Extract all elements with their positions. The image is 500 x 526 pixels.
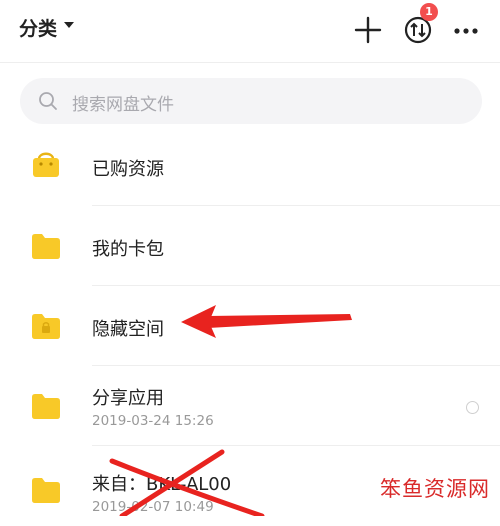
search-bar[interactable]: 搜索网盘文件 — [20, 78, 482, 124]
folder-icon — [32, 234, 60, 259]
folder-icon — [32, 394, 60, 419]
list-item-card-pack[interactable]: 我的卡包 — [0, 206, 500, 286]
plus-icon — [354, 16, 382, 44]
more-dots-icon — [454, 28, 478, 34]
list-item-date: 2019-03-24 15:26 — [92, 413, 214, 429]
watermark: 笨鱼资源网 — [372, 468, 500, 516]
transfer-count-badge: 1 — [420, 3, 438, 21]
list-item-date: 2019-02-07 10:49 — [92, 499, 214, 515]
locked-folder-icon — [32, 314, 60, 339]
search-icon — [39, 92, 57, 110]
watermark-text: 笨鱼资源网 — [380, 477, 490, 501]
list-item-title: 隐藏空间 — [92, 319, 164, 340]
shopping-bag-icon — [33, 152, 59, 177]
list-item-hidden-space[interactable]: 隐藏空间 — [0, 286, 500, 366]
list-item-title: 已购资源 — [92, 159, 164, 180]
list-item-purchased[interactable]: 已购资源 — [0, 126, 500, 206]
add-button[interactable] — [348, 8, 388, 48]
more-button[interactable] — [446, 8, 486, 48]
top-bar: 分类 1 — [0, 0, 500, 62]
list-item-title: 来自：BKL-AL00 — [92, 474, 232, 495]
select-radio[interactable] — [466, 401, 479, 414]
list-item-share-apps[interactable]: 分享应用 2019-03-24 15:26 — [0, 366, 500, 446]
folder-icon — [32, 478, 60, 503]
list-item-title: 分享应用 — [92, 388, 164, 409]
list-item-title: 我的卡包 — [92, 239, 164, 260]
category-dropdown-label[interactable]: 分类 — [19, 14, 57, 41]
header-divider — [0, 62, 500, 63]
search-placeholder: 搜索网盘文件 — [72, 95, 174, 115]
caret-down-icon[interactable] — [64, 22, 74, 28]
